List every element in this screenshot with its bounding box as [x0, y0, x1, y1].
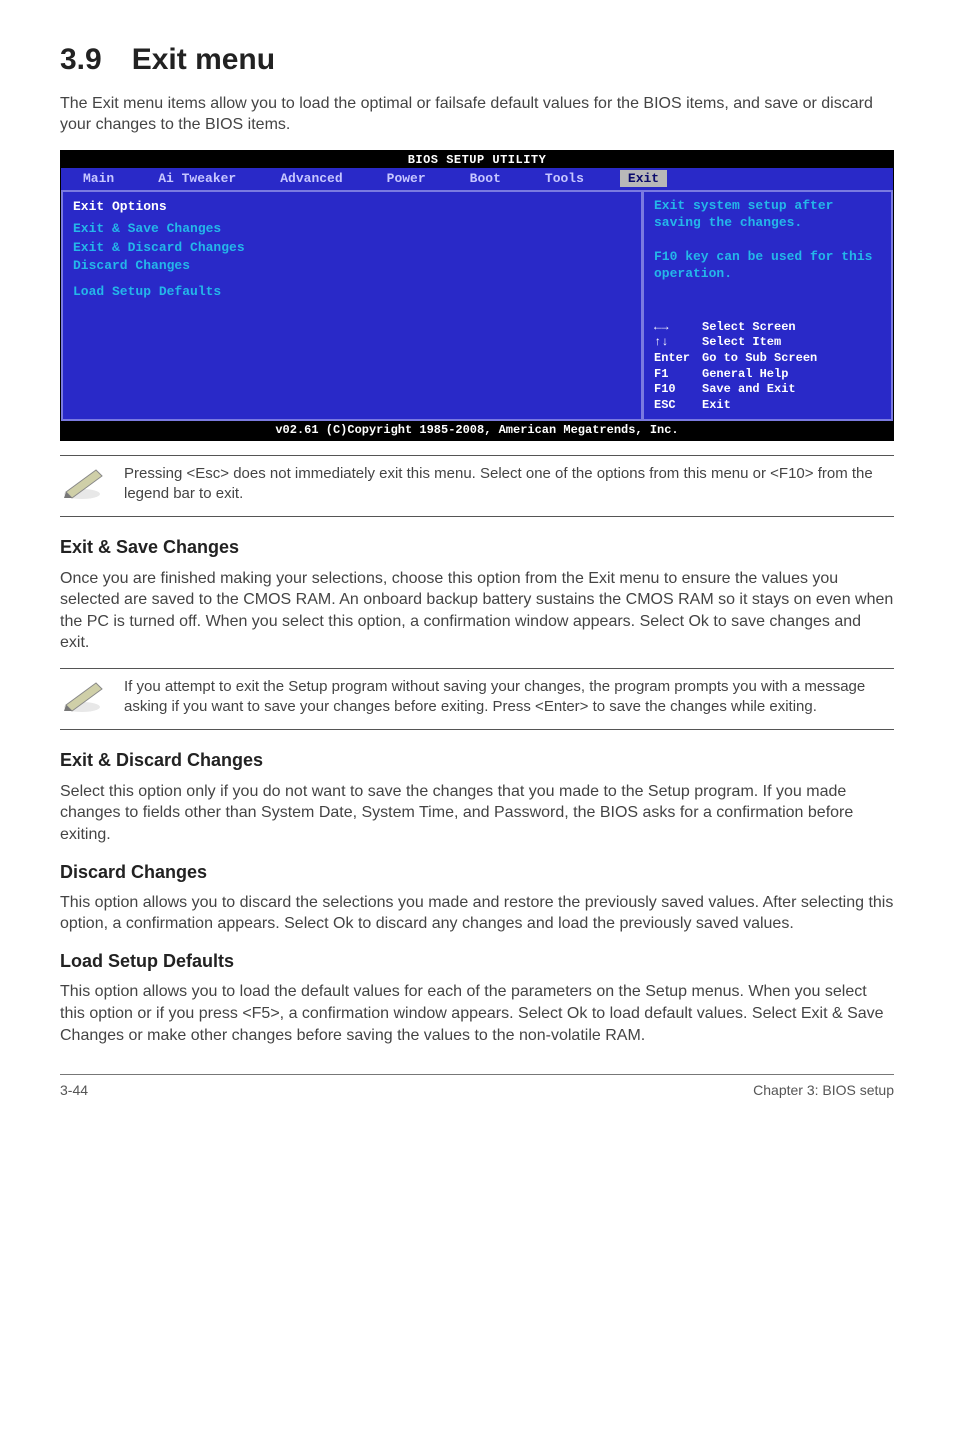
body-exit-discard: Select this option only if you do not wa… [60, 781, 894, 846]
chapter-label: Chapter 3: BIOS setup [753, 1081, 894, 1100]
body-discard: This option allows you to discard the se… [60, 892, 894, 935]
heading-exit-discard: Exit & Discard Changes [60, 748, 894, 772]
section-number: 3.9 [60, 40, 102, 81]
note-block-2: If you attempt to exit the Setup program… [60, 668, 894, 731]
bios-key-legend: ←→Select Screen ↑↓Select Item EnterGo to… [654, 320, 881, 414]
bios-help-panel: Exit system setup after saving the chang… [643, 191, 893, 421]
key-f10: F10 [654, 382, 702, 398]
bios-tab-exit[interactable]: Exit [620, 170, 667, 188]
bios-option-discard[interactable]: Discard Changes [73, 257, 631, 275]
bios-help-text: Exit system setup after saving the chang… [654, 198, 881, 282]
key-f1: F1 [654, 367, 702, 383]
note-block-1: Pressing <Esc> does not immediately exit… [60, 455, 894, 518]
bios-options-panel: Exit Options Exit & Save Changes Exit & … [61, 191, 643, 421]
section-name: Exit menu [132, 43, 275, 76]
key-esc: ESC [654, 398, 702, 414]
bios-title: BIOS SETUP UTILITY [61, 151, 893, 168]
note-1-text: Pressing <Esc> does not immediately exit… [124, 464, 894, 505]
bios-options-header: Exit Options [73, 198, 631, 216]
bios-tab-tools[interactable]: Tools [523, 170, 606, 188]
body-load-defaults: This option allows you to load the defau… [60, 981, 894, 1046]
bios-footer: v02.61 (C)Copyright 1985-2008, American … [61, 421, 893, 439]
bios-option-exit-discard[interactable]: Exit & Discard Changes [73, 239, 631, 257]
bios-tab-advanced[interactable]: Advanced [258, 170, 364, 188]
bios-option-load-defaults[interactable]: Load Setup Defaults [73, 283, 631, 301]
intro-text: The Exit menu items allow you to load th… [60, 93, 894, 136]
bios-screenshot: BIOS SETUP UTILITY Main Ai Tweaker Advan… [60, 150, 894, 441]
heading-exit-save: Exit & Save Changes [60, 535, 894, 559]
pencil-icon [60, 464, 110, 509]
bios-tab-main[interactable]: Main [61, 170, 136, 188]
key-arrows-lr: ←→ [654, 320, 702, 336]
bios-menubar: Main Ai Tweaker Advanced Power Boot Tool… [61, 168, 893, 191]
pencil-icon [60, 677, 110, 722]
bios-tab-ai-tweaker[interactable]: Ai Tweaker [136, 170, 258, 188]
page-number: 3-44 [60, 1081, 88, 1100]
bios-tab-power[interactable]: Power [365, 170, 448, 188]
page-footer: 3-44 Chapter 3: BIOS setup [60, 1074, 894, 1100]
heading-discard: Discard Changes [60, 860, 894, 884]
page-title: 3.9 Exit menu [60, 40, 894, 81]
note-2-text: If you attempt to exit the Setup program… [124, 677, 894, 718]
body-exit-save: Once you are finished making your select… [60, 568, 894, 654]
heading-load-defaults: Load Setup Defaults [60, 949, 894, 973]
key-arrows-ud: ↑↓ [654, 335, 702, 351]
bios-tab-boot[interactable]: Boot [448, 170, 523, 188]
bios-option-exit-save[interactable]: Exit & Save Changes [73, 220, 631, 238]
key-enter: Enter [654, 351, 702, 367]
